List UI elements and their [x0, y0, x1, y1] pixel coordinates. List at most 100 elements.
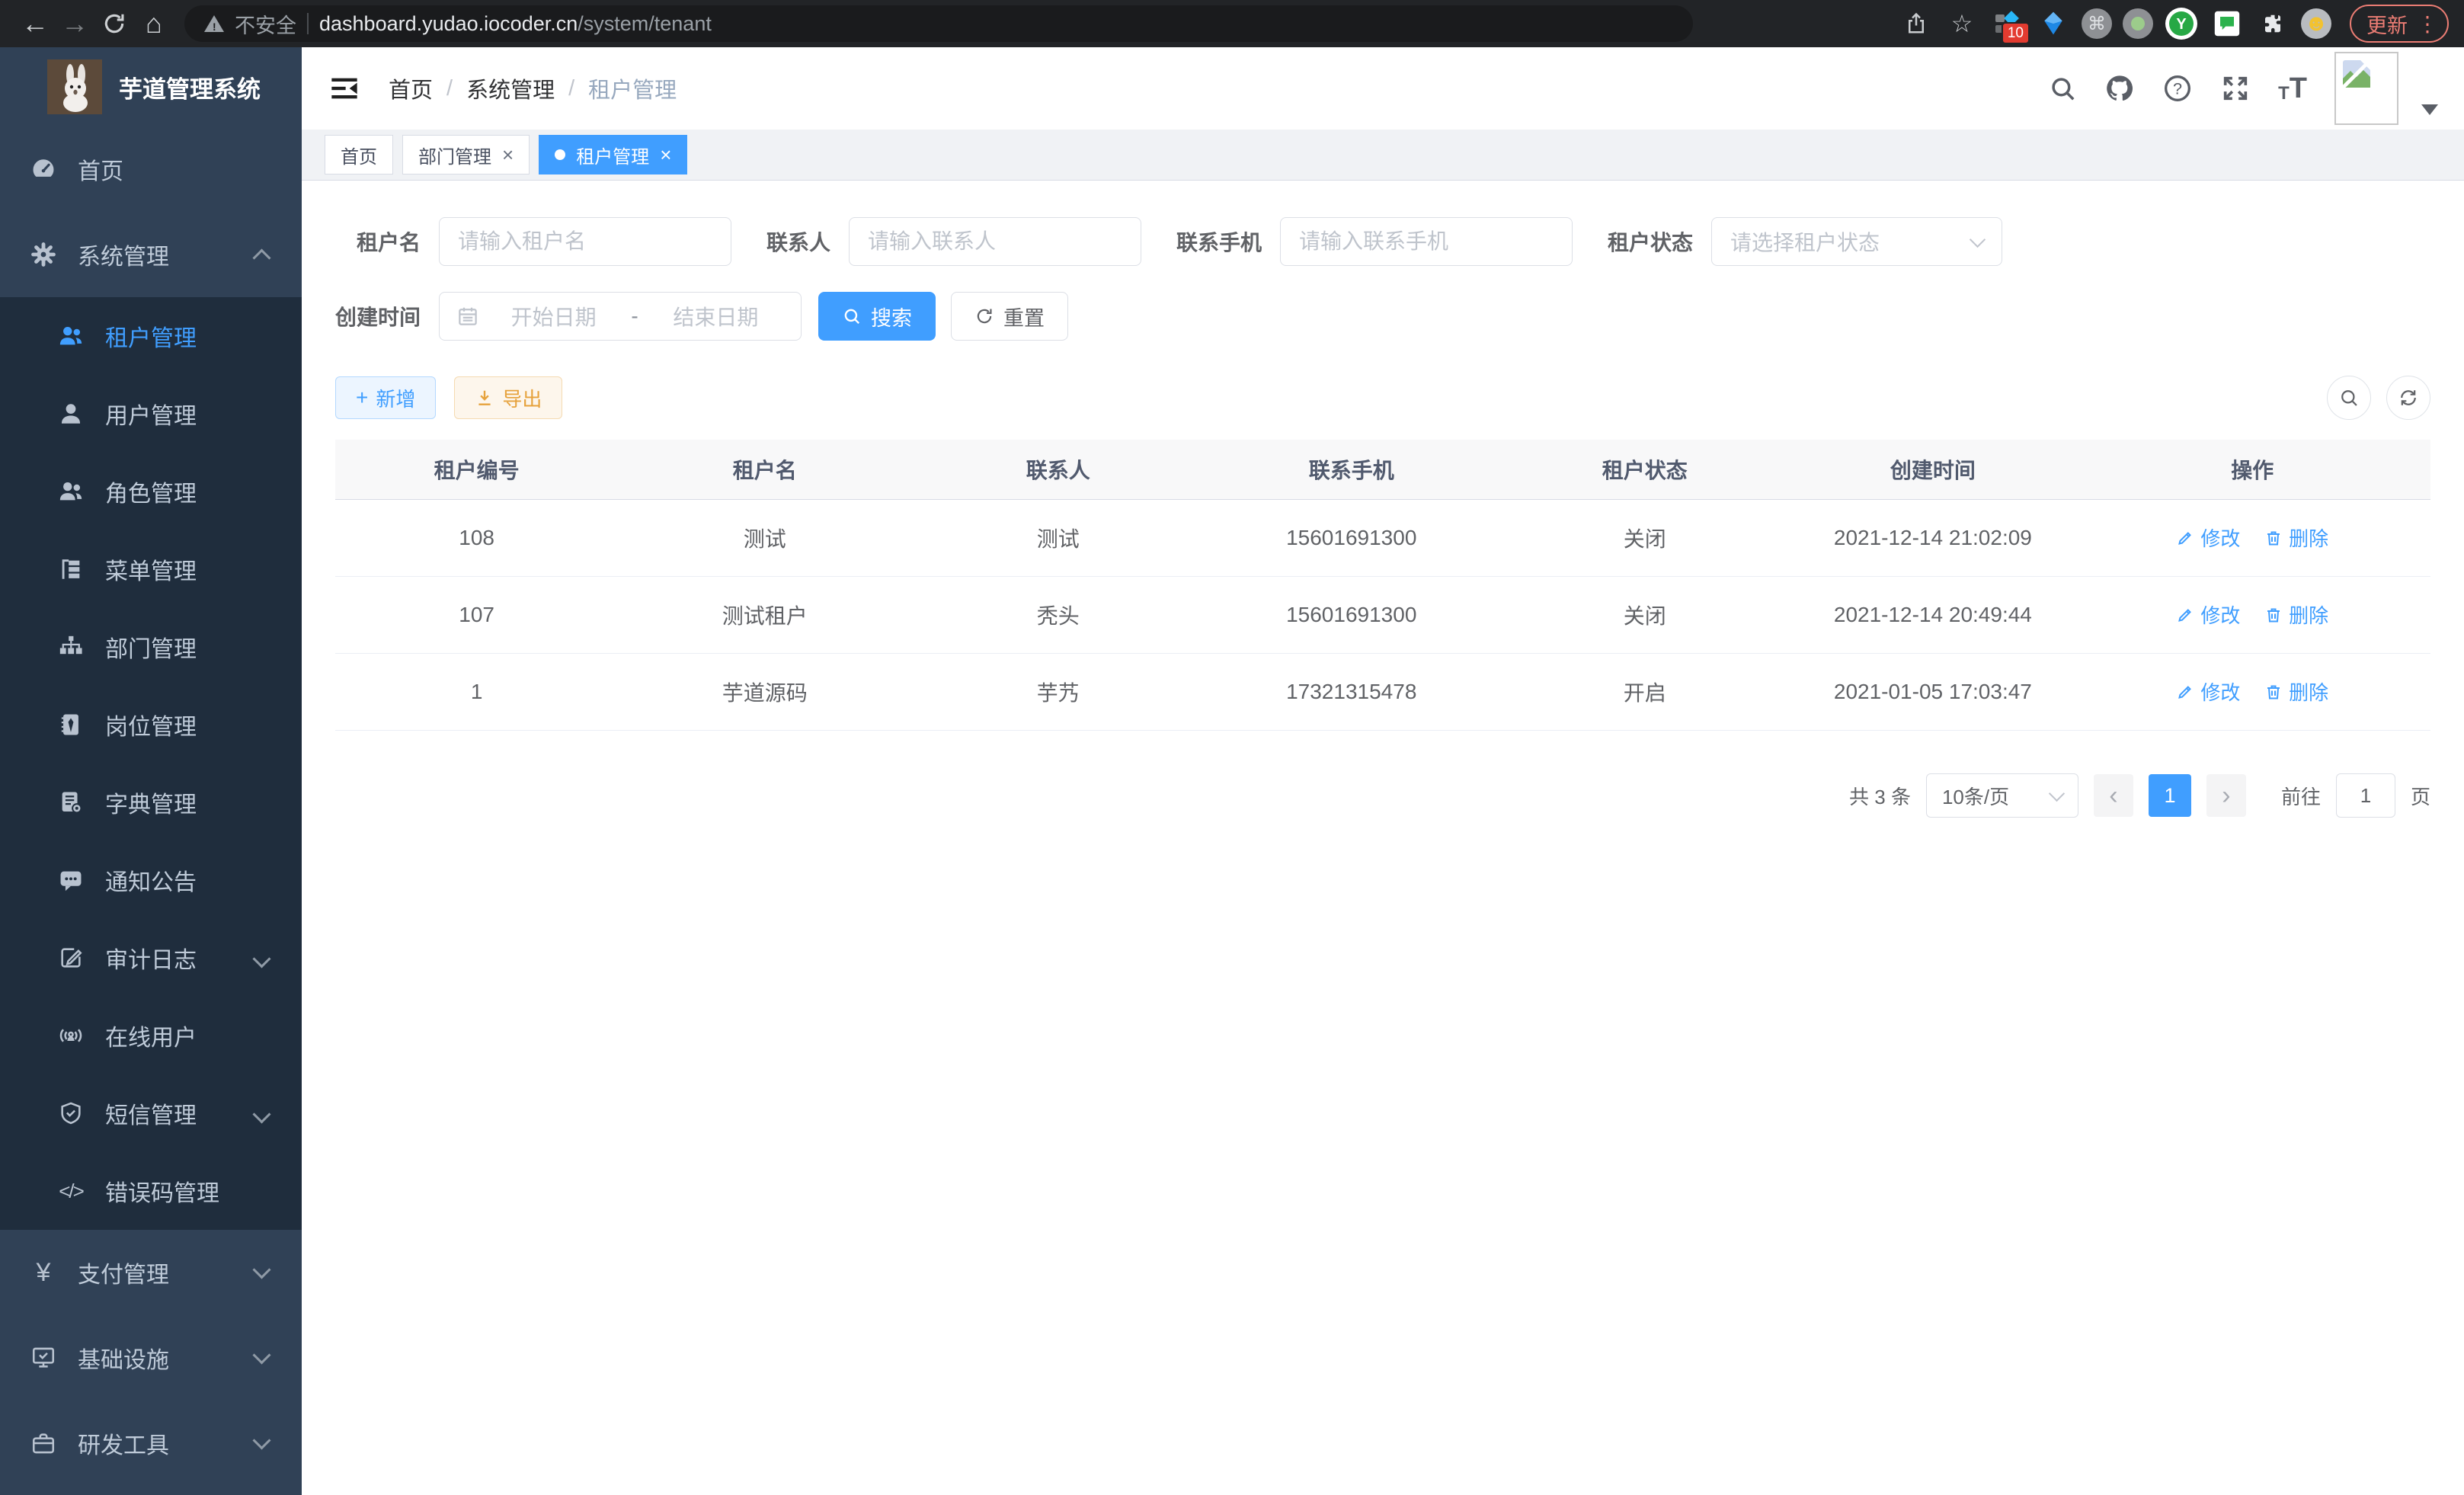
date-separator: - [628, 304, 641, 328]
sidebar-item-pay[interactable]: ¥ 支付管理 [0, 1230, 302, 1315]
chevron-down-icon [252, 1346, 270, 1364]
address-bar[interactable]: ! 不安全 dashboard.yudao.iocoder.cn/system/… [184, 5, 1693, 42]
bookmark-star-icon[interactable]: ☆ [1944, 6, 1979, 41]
show-search-button[interactable] [2327, 376, 2371, 420]
font-size-icon[interactable]: TT [2278, 74, 2307, 103]
user-menu-caret-icon[interactable] [2421, 104, 2438, 115]
date-end-placeholder[interactable]: 结束日期 [648, 301, 784, 331]
browser-back-icon[interactable]: ← [15, 4, 55, 43]
filter-status: 租户状态 请选择租户状态 [1608, 217, 2002, 266]
status-select[interactable]: 请选择租户状态 [1711, 217, 2002, 266]
sidebar-item-post[interactable]: 岗位管理 [0, 686, 302, 764]
sidebar-item-dev-tools[interactable]: 研发工具 [0, 1401, 302, 1486]
edit-pen-icon [2176, 529, 2194, 547]
date-range-picker[interactable]: 开始日期 - 结束日期 [439, 292, 802, 341]
sidebar-item-home[interactable]: 首页 [0, 126, 302, 212]
breadcrumb: 首页 / 系统管理 / 租户管理 [389, 72, 677, 104]
sidebar-item-tenant[interactable]: 租户管理 [0, 297, 302, 375]
breadcrumb-home[interactable]: 首页 [389, 72, 433, 104]
sidebar-item-system[interactable]: 系统管理 [0, 212, 302, 297]
sidebar-item-user[interactable]: 用户管理 [0, 375, 302, 453]
omnibox-divider [307, 13, 309, 34]
header-search-icon[interactable] [2048, 74, 2077, 103]
sidebar-item-error-code[interactable]: </> 错误码管理 [0, 1152, 302, 1230]
browser-forward-icon[interactable]: → [55, 4, 94, 43]
cell-tenant-name: 芋道源码 [618, 654, 911, 731]
col-actions: 操作 [2075, 440, 2431, 500]
trash-icon [2264, 606, 2283, 624]
cell-mobile: 15601691300 [1205, 577, 1498, 654]
sidebar-item-notice[interactable]: 通知公告 [0, 841, 302, 919]
tenant-table: 租户编号 租户名 联系人 联系手机 租户状态 创建时间 操作 108 测试 [335, 440, 2430, 731]
col-mobile: 联系手机 [1205, 440, 1498, 500]
tab-close-icon[interactable]: × [660, 145, 671, 165]
code-icon: </> [58, 1180, 84, 1203]
next-page-button[interactable]: › [2206, 774, 2246, 817]
add-button[interactable]: + 新增 [335, 376, 436, 419]
mobile-input[interactable] [1280, 217, 1573, 266]
delete-link[interactable]: 删除 [2264, 523, 2328, 552]
sidebar-item-audit-log[interactable]: 审计日志 [0, 919, 302, 997]
search-button[interactable]: 搜索 [818, 292, 936, 341]
tab-label: 部门管理 [418, 142, 491, 168]
tab-tenant[interactable]: 租户管理 × [539, 135, 687, 174]
edit-link[interactable]: 修改 [2176, 677, 2240, 706]
tab-label: 租户管理 [576, 142, 649, 168]
extension-chat-icon[interactable] [2210, 6, 2245, 41]
sidebar-item-dict[interactable]: 字典管理 [0, 764, 302, 841]
extension-y-icon[interactable]: Y [2164, 6, 2199, 41]
tenant-name-input[interactable] [439, 217, 731, 266]
refresh-table-button[interactable] [2386, 376, 2430, 420]
extension-tabs-icon[interactable]: 10 [1990, 6, 2025, 41]
prev-page-button[interactable]: ‹ [2094, 774, 2133, 817]
sidebar-toggle-icon[interactable] [329, 73, 360, 104]
extension-command-icon[interactable]: ⌘ [2082, 8, 2112, 39]
breadcrumb-system[interactable]: 系统管理 [466, 72, 555, 104]
sidebar: 芋道管理系统 首页 系统管理 租户管理 用户管理 [0, 47, 302, 1495]
table-row: 108 测试 测试 15601691300 关闭 2021-12-14 21:0… [335, 500, 2430, 577]
github-icon[interactable] [2104, 73, 2135, 104]
browser-home-icon[interactable]: ⌂ [134, 4, 174, 43]
page-size-select[interactable]: 10条/页 [1926, 773, 2078, 818]
cell-status: 关闭 [1498, 577, 1791, 654]
extension-dot-icon[interactable] [2123, 8, 2153, 39]
sidebar-logo-row[interactable]: 芋道管理系统 [0, 47, 302, 126]
delete-link[interactable]: 删除 [2264, 677, 2328, 706]
sidebar-item-label: 用户管理 [105, 397, 197, 431]
delete-link[interactable]: 删除 [2264, 600, 2328, 629]
sidebar-item-infra[interactable]: 基础设施 [0, 1315, 302, 1401]
user-avatar[interactable] [2334, 52, 2398, 125]
date-start-placeholder[interactable]: 开始日期 [485, 301, 622, 331]
sidebar-item-label: 支付管理 [78, 1256, 169, 1289]
sidebar-item-sms[interactable]: 短信管理 [0, 1074, 302, 1152]
sidebar-item-label: 审计日志 [105, 941, 197, 975]
extensions-puzzle-icon[interactable] [2255, 6, 2290, 41]
browser-update-button[interactable]: 更新 ⋮ [2350, 5, 2449, 43]
extension-kite-icon[interactable] [2036, 6, 2071, 41]
profile-avatar-icon[interactable]: ☻ [2301, 8, 2331, 39]
tab-close-icon[interactable]: × [502, 145, 514, 165]
fullscreen-icon[interactable] [2220, 73, 2251, 104]
browser-reload-icon[interactable] [94, 4, 134, 43]
browser-menu-icon[interactable]: ⋮ [2417, 11, 2438, 37]
topbar: 首页 / 系统管理 / 租户管理 ? [302, 47, 2464, 130]
cell-actions: 修改 删除 [2075, 500, 2431, 577]
tab-dept[interactable]: 部门管理 × [402, 135, 530, 174]
edit-link[interactable]: 修改 [2176, 600, 2240, 629]
sidebar-item-dept[interactable]: 部门管理 [0, 608, 302, 686]
contact-input[interactable] [849, 217, 1141, 266]
help-icon[interactable]: ? [2162, 73, 2193, 104]
sidebar-item-online-users[interactable]: 在线用户 [0, 997, 302, 1074]
reset-button[interactable]: 重置 [951, 292, 1068, 341]
goto-page-input[interactable] [2336, 773, 2395, 818]
sidebar-item-menu[interactable]: 菜单管理 [0, 530, 302, 608]
pagination: 共 3 条 10条/页 ‹ 1 › 前往 页 [335, 773, 2430, 818]
page-number-current[interactable]: 1 [2149, 774, 2191, 817]
tab-home[interactable]: 首页 [325, 135, 393, 174]
share-icon[interactable] [1899, 6, 1934, 41]
export-button[interactable]: 导出 [454, 376, 562, 419]
table-header: 租户编号 租户名 联系人 联系手机 租户状态 创建时间 操作 [335, 440, 2430, 500]
sidebar-item-role[interactable]: 角色管理 [0, 453, 302, 530]
edit-link[interactable]: 修改 [2176, 523, 2240, 552]
security-warning-icon[interactable]: ! [204, 15, 224, 32]
